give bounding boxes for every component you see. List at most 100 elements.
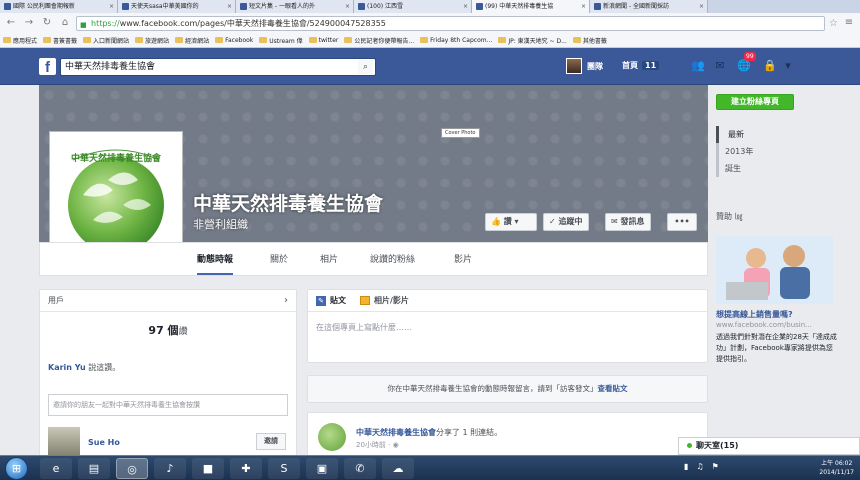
- bookmark-label: 其他書籤: [582, 37, 607, 45]
- app-icon[interactable]: ☁: [382, 458, 414, 479]
- home-label: 首頁: [622, 61, 638, 70]
- browser-tab[interactable]: 新浪網聞 - 全國新聞採訪 ×: [590, 0, 708, 13]
- timeline-nav-item[interactable]: 最新: [716, 126, 756, 143]
- close-tab-icon[interactable]: ×: [227, 0, 232, 13]
- messages-icon[interactable]: ✉: [712, 59, 728, 73]
- app-icon[interactable]: ✚: [230, 458, 262, 479]
- bookmark-item[interactable]: Facebook: [215, 37, 253, 44]
- browser-tab[interactable]: 國際 公民利團會期報新 ×: [0, 0, 118, 13]
- chevron-right-icon[interactable]: ›: [284, 290, 288, 312]
- close-tab-icon[interactable]: ×: [345, 0, 350, 13]
- ad-image[interactable]: [716, 236, 833, 304]
- friend-name-link[interactable]: Karin Yu: [48, 363, 86, 372]
- message-button[interactable]: ✉ 發訊息: [605, 213, 651, 231]
- composer-input[interactable]: 在這個專頁上寫點什麼……: [308, 312, 707, 343]
- post-timestamp[interactable]: 20小時前 · ◉: [356, 440, 399, 450]
- browser-tab[interactable]: (99) 中華天然排毒養生協 ×: [472, 0, 590, 13]
- windows-start-icon[interactable]: ⊞: [5, 457, 28, 480]
- address-bar[interactable]: ■ https://www.facebook.com/pages/中華天然排毒養…: [76, 15, 826, 31]
- home-link[interactable]: 首頁 11: [622, 60, 660, 71]
- settings-icon[interactable]: ▾: [780, 59, 796, 73]
- bookmark-item[interactable]: 經濟網站: [175, 36, 209, 45]
- post-author-avatar[interactable]: [318, 423, 346, 451]
- tab-photos[interactable]: 相片: [320, 243, 338, 275]
- tab-likes[interactable]: 說讚的粉絲: [370, 243, 415, 275]
- post-action: 分享了 1 則連結。: [436, 428, 503, 437]
- close-tab-icon[interactable]: ×: [109, 0, 114, 13]
- page-tabs: 動態時報 關於 相片 說讚的粉絲 影片: [39, 242, 708, 276]
- clock[interactable]: 上午 06:02 2014/11/17: [819, 459, 854, 477]
- folder-icon: [3, 37, 11, 43]
- bookmark-item[interactable]: Ustream 偉: [259, 36, 303, 45]
- bookmark-label: Facebook: [225, 36, 254, 44]
- ad-title-link[interactable]: 想提高線上銷售量嗎?: [716, 309, 836, 320]
- explorer-folder-icon[interactable]: ▤: [78, 458, 110, 479]
- composer-tab-status[interactable]: ✎ 貼文: [316, 290, 346, 311]
- close-tab-icon[interactable]: ×: [699, 0, 704, 13]
- chrome-icon[interactable]: ◎: [116, 458, 148, 479]
- page-category: 非營利組織: [193, 218, 248, 231]
- browser-tabbar: 國際 公民利團會期報新 × 天使天sasa中華美國你的 × 短文片集 - 一眼看人的外 ×…: [0, 0, 860, 13]
- folder-icon: [344, 37, 353, 43]
- bookmark-item[interactable]: 應用程式: [3, 36, 37, 45]
- close-tab-icon[interactable]: ×: [463, 0, 468, 13]
- invite-friends-input[interactable]: 邀請你的朋友一起對中華天然排毒養生協會按讚: [48, 394, 288, 416]
- bookmark-item[interactable]: 入口新聞網站: [83, 36, 129, 45]
- invite-button[interactable]: 邀請: [256, 433, 286, 450]
- create-page-button[interactable]: 建立粉絲專頁: [716, 94, 794, 110]
- back-icon[interactable]: ←: [4, 16, 18, 30]
- privacy-icon[interactable]: 🔒: [762, 59, 778, 73]
- profile-link[interactable]: 團隊: [566, 58, 603, 74]
- browser-tab-label: (100) 江西雪: [367, 3, 404, 10]
- bookmark-item[interactable]: JP: 東漢天地究 ~ D...: [498, 36, 567, 45]
- friend-requests-icon[interactable]: 👥: [690, 59, 706, 73]
- url-scheme: https://: [91, 18, 120, 28]
- search-icon[interactable]: ⌕: [358, 60, 373, 74]
- tab-timeline[interactable]: 動態時報: [197, 243, 234, 275]
- chat-sidebar-toggle[interactable]: 聊天室(15): [678, 437, 860, 455]
- line-icon[interactable]: ✆: [344, 458, 376, 479]
- suggested-friend-name[interactable]: Sue Ho: [88, 438, 120, 447]
- volume-icon[interactable]: ♫: [696, 462, 703, 471]
- app-icon[interactable]: ▣: [306, 458, 338, 479]
- folder-icon: [135, 37, 144, 43]
- browser-tab[interactable]: 短文片集 - 一眼看人的外 ×: [236, 0, 354, 13]
- visitor-post-notice: 你在中華天然排毒養生協會的動態時報留言，請到「訪客發文」查看貼文: [307, 375, 708, 403]
- browser-tab[interactable]: 天使天sasa中華美國你的 ×: [118, 0, 236, 13]
- bookmark-item[interactable]: Friday 8th Capcom...: [420, 37, 492, 44]
- tab-about[interactable]: 關於: [270, 243, 288, 275]
- skype-icon[interactable]: S: [268, 458, 300, 479]
- bookmark-item[interactable]: 旅遊網站: [135, 36, 169, 45]
- home-icon[interactable]: ⌂: [58, 16, 72, 30]
- timeline-nav-item[interactable]: 誕生: [719, 160, 756, 177]
- bookmark-item[interactable]: 其他書籤: [572, 36, 607, 45]
- view-posts-link[interactable]: 查看貼文: [598, 384, 628, 393]
- likes-card-title: 用戶: [48, 296, 64, 305]
- bookmark-item[interactable]: 公民記者你便帶報告...: [344, 36, 414, 45]
- likes-card-header[interactable]: 用戶 ›: [40, 290, 296, 312]
- network-icon[interactable]: ▮: [684, 462, 688, 471]
- forward-icon[interactable]: →: [22, 16, 36, 30]
- post-author-link[interactable]: 中華天然排毒養生協會: [356, 428, 436, 437]
- following-button[interactable]: ✓ 追蹤中: [543, 213, 589, 231]
- bookmark-star-icon[interactable]: ☆: [829, 18, 838, 29]
- reload-icon[interactable]: ↻: [40, 16, 54, 30]
- timeline-nav-item[interactable]: 2013年: [719, 143, 756, 160]
- more-button[interactable]: •••: [667, 213, 697, 231]
- menu-icon[interactable]: ≡: [842, 16, 856, 30]
- browser-tab[interactable]: (100) 江西雪 ×: [354, 0, 472, 13]
- tab-videos[interactable]: 影片: [454, 243, 472, 275]
- composer-tab-photo[interactable]: 相片/影片: [360, 290, 409, 311]
- notifications-icon[interactable]: 🌐: [736, 59, 752, 73]
- search-input[interactable]: 中華天然排毒養生協會 ⌕: [60, 58, 376, 76]
- bookmark-item[interactable]: 書簽書籤: [43, 36, 77, 45]
- close-tab-icon[interactable]: ×: [581, 0, 586, 13]
- like-button[interactable]: 👍 讚 ▾: [485, 213, 537, 231]
- ie-icon[interactable]: e: [40, 458, 72, 479]
- bookmark-item[interactable]: twitter: [308, 37, 338, 44]
- facebook-logo-icon[interactable]: f: [39, 58, 56, 76]
- app-icon[interactable]: ♪: [154, 458, 186, 479]
- page-title: 中華天然排毒養生協會: [193, 193, 384, 215]
- flag-icon[interactable]: ⚑: [712, 462, 719, 471]
- app-icon[interactable]: ■: [192, 458, 224, 479]
